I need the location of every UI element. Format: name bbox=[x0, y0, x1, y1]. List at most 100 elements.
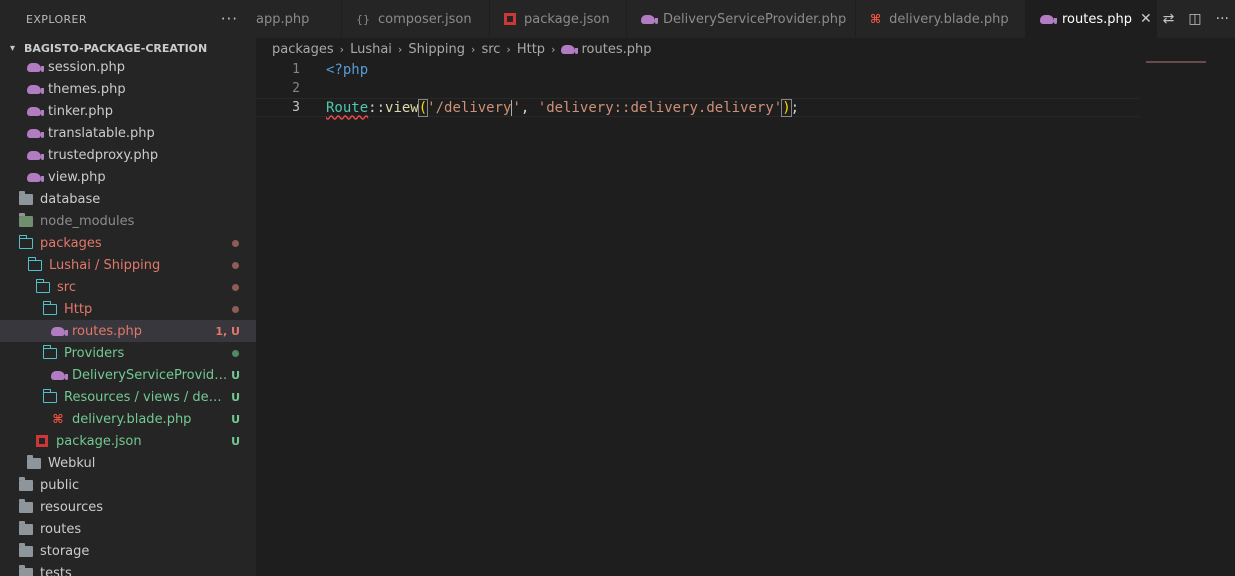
npm-icon bbox=[34, 434, 50, 448]
src-folder-icon bbox=[35, 278, 51, 294]
tree-item-routes-php[interactable]: routes.php 1, U bbox=[0, 320, 256, 342]
tab-app-php[interactable]: app.php bbox=[256, 0, 342, 38]
code-editor[interactable]: 1 <?php 2 3 Route::view('/delivery', 'de… bbox=[256, 60, 1139, 576]
minimap[interactable] bbox=[1146, 60, 1206, 64]
folder-icon bbox=[18, 498, 34, 514]
token-paren: ( bbox=[417, 98, 429, 117]
untracked-badge: U bbox=[231, 390, 240, 404]
tree-item-database[interactable]: database bbox=[0, 188, 256, 210]
php-icon bbox=[26, 126, 44, 140]
folder-icon bbox=[26, 454, 42, 470]
code-line: 1 <?php bbox=[256, 60, 1139, 79]
php-icon bbox=[561, 44, 579, 54]
folder-icon bbox=[18, 542, 34, 558]
line-number: 3 bbox=[292, 100, 300, 115]
untracked-badge: U bbox=[231, 434, 240, 448]
php-icon bbox=[50, 368, 68, 382]
chevron-down-icon: ▾ bbox=[10, 42, 16, 54]
tab-delivery-blade[interactable]: ⌘ delivery.blade.php bbox=[856, 0, 1026, 38]
tab-delivery-service-provider[interactable]: DeliveryServiceProvider.php bbox=[627, 0, 856, 38]
npm-icon bbox=[504, 13, 516, 25]
tree-item-http[interactable]: Http bbox=[0, 298, 256, 320]
breadcrumb-src[interactable]: src bbox=[481, 42, 500, 57]
tree-item-public[interactable]: public bbox=[0, 474, 256, 496]
token-string: '/delivery bbox=[427, 99, 512, 116]
editor-tabs: app.php {} composer.json package.json De… bbox=[256, 0, 1235, 38]
code-line: 2 bbox=[256, 79, 1139, 98]
breadcrumb-shipping[interactable]: Shipping bbox=[408, 42, 465, 57]
php-icon bbox=[1040, 14, 1057, 24]
editor-actions: ⇄ ◫ ··· bbox=[1162, 0, 1235, 38]
php-icon bbox=[26, 170, 44, 184]
token-function: view bbox=[385, 99, 419, 116]
blade-icon: ⌘ bbox=[870, 12, 882, 26]
tree-item-translatable[interactable]: translatable.php bbox=[0, 122, 256, 144]
more-actions-icon[interactable]: ··· bbox=[221, 10, 238, 28]
token-string: 'delivery::delivery.delivery' bbox=[537, 99, 783, 116]
php-icon bbox=[26, 104, 44, 118]
php-icon bbox=[50, 324, 68, 338]
tree-item-session[interactable]: session.php bbox=[0, 56, 256, 78]
tree-item-storage[interactable]: storage bbox=[0, 540, 256, 562]
breadcrumb: packages › Lushai › Shipping › src › Htt… bbox=[272, 38, 651, 60]
breadcrumb-lushai[interactable]: Lushai bbox=[350, 42, 392, 57]
untracked-badge: U bbox=[231, 368, 240, 382]
explorer-header: EXPLORER ··· bbox=[0, 0, 256, 38]
folder-open-icon bbox=[27, 256, 43, 272]
modified-dot bbox=[232, 261, 239, 269]
node-folder-icon bbox=[18, 212, 34, 228]
explorer-sidebar: EXPLORER ··· ▾ BAGISTO-PACKAGE-CREATION … bbox=[0, 0, 256, 576]
explorer-title: EXPLORER bbox=[26, 12, 87, 26]
tree-item-package-json[interactable]: package.json U bbox=[0, 430, 256, 452]
folder-icon bbox=[18, 190, 34, 206]
tree-item-view[interactable]: view.php bbox=[0, 166, 256, 188]
tree-item-themes[interactable]: themes.php bbox=[0, 78, 256, 100]
token-string: ' bbox=[512, 99, 521, 116]
php-icon bbox=[641, 14, 658, 24]
tree-item-delivery-service-provider[interactable]: DeliveryServiceProvider... U bbox=[0, 364, 256, 386]
php-icon bbox=[26, 148, 44, 162]
folder-open-icon bbox=[42, 388, 58, 404]
line-number: 2 bbox=[292, 81, 300, 96]
tab-routes-php[interactable]: routes.php ✕ bbox=[1026, 0, 1157, 38]
untracked-dot bbox=[232, 349, 239, 357]
code-text: Route::view('/delivery', 'delivery::deli… bbox=[326, 98, 799, 117]
tree-item-resources[interactable]: resources bbox=[0, 496, 256, 518]
chevron-right-icon: › bbox=[339, 42, 345, 56]
code-text: <?php bbox=[326, 61, 369, 78]
untracked-badge: U bbox=[231, 412, 240, 426]
chevron-right-icon: › bbox=[397, 42, 403, 56]
tree-item-webkul[interactable]: Webkul bbox=[0, 452, 256, 474]
code-line-current: 3 Route::view('/delivery', 'delivery::de… bbox=[256, 98, 1139, 117]
tab-package-json[interactable]: package.json bbox=[490, 0, 627, 38]
folder-icon bbox=[18, 520, 34, 536]
tree-item-packages[interactable]: packages bbox=[0, 232, 256, 254]
token-class: Route bbox=[326, 99, 369, 116]
split-editor-icon[interactable]: ◫ bbox=[1188, 11, 1201, 27]
tree-item-routes[interactable]: routes bbox=[0, 518, 256, 540]
more-actions-icon[interactable]: ··· bbox=[1216, 11, 1229, 27]
tree-item-lushai-shipping[interactable]: Lushai / Shipping bbox=[0, 254, 256, 276]
tree-item-tests[interactable]: tests bbox=[0, 562, 256, 576]
modified-dot bbox=[232, 239, 239, 247]
tree-item-node-modules[interactable]: node_modules bbox=[0, 210, 256, 232]
blade-icon: ⌘ bbox=[52, 412, 64, 426]
breadcrumb-http[interactable]: Http bbox=[517, 42, 545, 57]
open-changes-icon[interactable]: ⇄ bbox=[1163, 11, 1175, 27]
close-icon[interactable]: ✕ bbox=[1140, 11, 1152, 27]
breadcrumb-packages[interactable]: packages bbox=[272, 42, 334, 57]
tree-item-tinker[interactable]: tinker.php bbox=[0, 100, 256, 122]
project-name: BAGISTO-PACKAGE-CREATION bbox=[24, 41, 208, 55]
token-operator: , bbox=[520, 99, 538, 116]
tree-item-resources-views[interactable]: Resources / views / deliv... U bbox=[0, 386, 256, 408]
folder-open-icon bbox=[18, 234, 34, 250]
project-root[interactable]: ▾ BAGISTO-PACKAGE-CREATION bbox=[0, 38, 256, 58]
tree-item-delivery-blade[interactable]: ⌘ delivery.blade.php U bbox=[0, 408, 256, 430]
tab-composer-json[interactable]: {} composer.json bbox=[342, 0, 490, 38]
json-icon: {} bbox=[356, 12, 370, 26]
tree-item-src[interactable]: src bbox=[0, 276, 256, 298]
tree-item-trustedproxy[interactable]: trustedproxy.php bbox=[0, 144, 256, 166]
tree-item-providers[interactable]: Providers bbox=[0, 342, 256, 364]
modified-dot bbox=[232, 283, 239, 291]
breadcrumb-routes-php[interactable]: routes.php bbox=[581, 42, 651, 57]
